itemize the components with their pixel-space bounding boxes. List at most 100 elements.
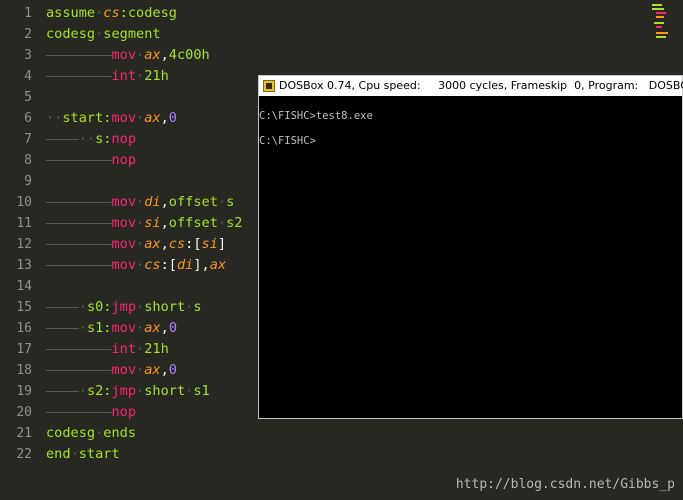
line-number: 18	[16, 363, 32, 378]
code-token: ·	[136, 341, 145, 357]
code-line[interactable]: 22 end·start	[0, 444, 683, 465]
code-text: end·start	[46, 444, 120, 465]
code-text: ————·s2:jmp·short·s1	[46, 381, 210, 402]
line-number: 5	[24, 90, 32, 105]
code-token: short	[144, 299, 186, 315]
code-text: ————————int·21h	[46, 66, 169, 87]
code-token: mov	[111, 215, 137, 231]
line-number: 2	[24, 27, 32, 42]
code-token: jmp	[111, 299, 137, 315]
code-token: si	[144, 215, 161, 231]
code-token: cs	[168, 236, 186, 252]
code-token: start:	[62, 110, 112, 126]
code-token: ax	[144, 110, 161, 126]
code-text: codesg·segment	[46, 24, 161, 45]
code-token: s1:	[86, 320, 112, 336]
code-token: 0	[168, 320, 177, 336]
line-number: 9	[24, 174, 32, 189]
code-token: start	[78, 446, 120, 462]
code-token: 21h	[144, 68, 169, 84]
code-token: ————————	[46, 47, 112, 63]
code-token: ,	[160, 215, 169, 231]
code-token: ·	[78, 383, 87, 399]
code-token: ·	[217, 194, 227, 210]
code-line[interactable]: 1 assume·cs:codesg	[0, 3, 683, 24]
code-token: ax	[144, 236, 161, 252]
minimap[interactable]	[652, 2, 668, 42]
code-token: :[	[185, 236, 202, 252]
line-number: 22	[16, 447, 32, 462]
code-token: ————————	[46, 257, 112, 273]
code-token: ·	[136, 47, 145, 63]
code-text: ————————int·21h	[46, 339, 169, 360]
line-number: 4	[24, 69, 32, 84]
code-token: :codesg	[119, 5, 177, 21]
line-number: 15	[16, 300, 32, 315]
line-number: 8	[24, 153, 32, 168]
code-token: ————————	[46, 194, 112, 210]
line-number: 6	[24, 111, 32, 126]
code-token: ,	[160, 362, 169, 378]
line-number: 21	[16, 426, 32, 441]
code-line[interactable]: 21 codesg·ends	[0, 423, 683, 444]
code-token: ————————	[46, 152, 112, 168]
code-token: mov	[111, 257, 137, 273]
code-token: ————————	[46, 341, 112, 357]
dos-command-line: C:\FISHC>test8.exe	[259, 110, 373, 122]
code-token: ax	[144, 47, 161, 63]
code-line[interactable]: 3 ————————mov·ax,4c00h	[0, 45, 683, 66]
code-token: ··	[78, 131, 96, 147]
code-token: end	[46, 446, 71, 462]
code-token: ————	[46, 131, 79, 147]
code-text: codesg·ends	[46, 423, 136, 444]
code-line[interactable]: 2 codesg·segment	[0, 24, 683, 45]
code-text: ————··s:nop	[46, 129, 136, 150]
code-token: cs	[103, 5, 120, 21]
code-token: mov	[111, 320, 137, 336]
code-text: ————————mov·di,offset·s	[46, 192, 234, 213]
code-token: ,	[160, 47, 169, 63]
code-token: cs	[144, 257, 161, 273]
code-token: mov	[111, 110, 137, 126]
code-token: ·	[136, 236, 145, 252]
code-token: ————————	[46, 215, 112, 231]
code-token: ·	[136, 362, 145, 378]
code-token: int	[111, 68, 137, 84]
code-token: codesg	[46, 425, 96, 441]
code-token: ·	[136, 194, 145, 210]
code-token: offset	[168, 194, 218, 210]
code-token: assume	[46, 5, 96, 21]
watermark: http://blog.csdn.net/Gibbs_p	[455, 477, 675, 492]
line-number: 7	[24, 132, 32, 147]
line-number: 13	[16, 258, 32, 273]
dosbox-window[interactable]: DOSBox 0.74, Cpu speed: 3000 cycles, Fra…	[258, 75, 683, 419]
line-number: 11	[16, 216, 32, 231]
code-token: ·	[70, 446, 79, 462]
code-token: nop	[111, 131, 137, 147]
code-token: s	[226, 194, 235, 210]
dosbox-screen[interactable]: C:\FISHC>test8.exe C:\FISHC>	[259, 97, 682, 418]
dosbox-title: DOSBox 0.74, Cpu speed: 3000 cycles, Fra…	[279, 79, 683, 92]
code-token: short	[144, 383, 186, 399]
code-token: ,	[160, 320, 169, 336]
line-number: 1	[24, 6, 32, 21]
line-number: 19	[16, 384, 32, 399]
dosbox-title-bar[interactable]: DOSBox 0.74, Cpu speed: 3000 cycles, Fra…	[259, 76, 683, 96]
code-token: ·	[136, 215, 145, 231]
code-token: s2:	[86, 383, 112, 399]
code-token: 0	[168, 110, 177, 126]
code-token: mov	[111, 194, 137, 210]
code-token: ·	[136, 110, 145, 126]
code-token: ·	[78, 320, 87, 336]
code-token: ends	[103, 425, 137, 441]
line-number: 10	[16, 195, 32, 210]
code-token: ,	[160, 236, 169, 252]
code-token: nop	[111, 152, 137, 168]
code-token: 4c00h	[168, 47, 210, 63]
code-text: ————————mov·ax,4c00h	[46, 45, 210, 66]
code-text: assume·cs:codesg	[46, 3, 177, 24]
code-text: ————·s1:mov·ax,0	[46, 318, 177, 339]
code-token: ax	[144, 320, 161, 336]
dos-prompt-line: C:\FISHC>	[259, 135, 316, 147]
code-token: ,	[160, 194, 169, 210]
